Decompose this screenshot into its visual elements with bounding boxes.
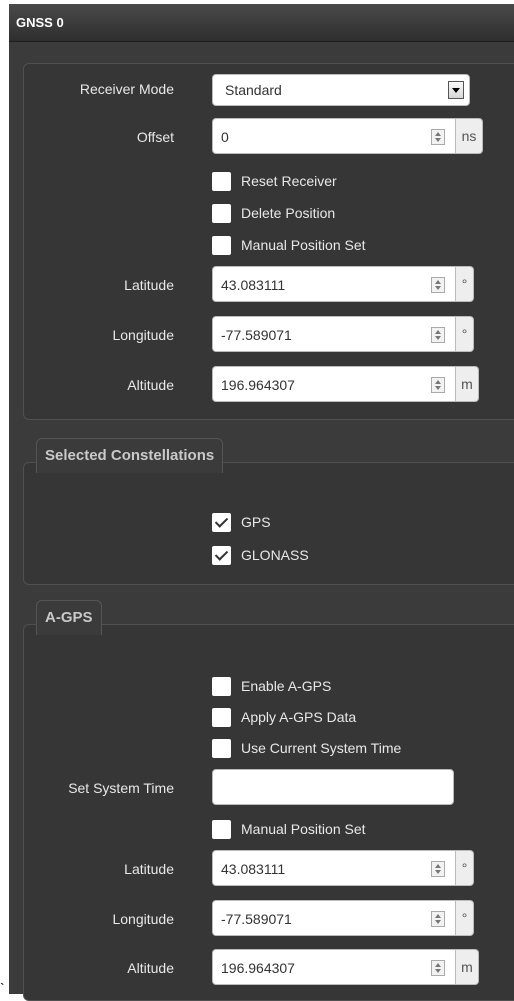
agps-section: Enable A-GPS Apply A-GPS Data Use Curren…: [23, 624, 514, 1001]
offset-unit: ns: [456, 118, 483, 154]
enable-agps-checkbox[interactable]: [212, 677, 231, 696]
delete-position-label: Delete Position: [241, 205, 336, 221]
offset-label: Offset: [136, 129, 174, 145]
agps-latitude-value: 43.083111: [221, 861, 286, 877]
receiver-mode-value: Standard: [225, 82, 282, 98]
gnss-panel: GNSS 0 Receiver Mode Standard Offset 0 n…: [9, 4, 514, 1001]
latitude-input[interactable]: 43.083111: [212, 266, 456, 302]
reset-receiver-label: Reset Receiver: [241, 173, 337, 189]
enable-agps-label: Enable A-GPS: [241, 678, 332, 694]
agps-latitude-label: Latitude: [124, 861, 174, 877]
offset-input[interactable]: 0: [212, 118, 456, 154]
agps-longitude-spinner-icon[interactable]: [431, 911, 445, 927]
manual-position-set-label: Manual Position Set: [241, 237, 366, 253]
receiver-mode-label: Receiver Mode: [79, 81, 174, 97]
agps-altitude-input[interactable]: 196.964307: [212, 949, 456, 985]
gps-label: GPS: [241, 514, 271, 530]
set-system-time-input[interactable]: [212, 769, 454, 805]
agps-latitude-input[interactable]: 43.083111: [212, 850, 456, 886]
agps-manual-position-set-label: Manual Position Set: [241, 821, 366, 837]
use-current-system-time-label: Use Current System Time: [241, 740, 402, 756]
apply-agps-data-label: Apply A-GPS Data: [241, 709, 357, 725]
set-system-time-label: Set System Time: [68, 780, 174, 796]
constellations-section: GPS GLONASS: [23, 462, 514, 585]
agps-legend: A-GPS: [36, 600, 102, 635]
agps-altitude-value: 196.964307: [221, 960, 295, 976]
agps-altitude-unit: m: [456, 949, 479, 985]
chevron-down-icon[interactable]: [448, 81, 464, 99]
longitude-unit: °: [456, 316, 474, 352]
panel-title: GNSS 0: [16, 15, 64, 30]
altitude-input[interactable]: 196.964307: [212, 366, 456, 402]
reset-receiver-checkbox[interactable]: [212, 172, 231, 191]
agps-altitude-spinner-icon[interactable]: [431, 960, 445, 976]
longitude-label: Longitude: [112, 327, 174, 343]
gps-checkbox[interactable]: [212, 513, 231, 532]
agps-latitude-unit: °: [456, 850, 474, 886]
altitude-label: Altitude: [127, 377, 174, 393]
offset-value: 0: [221, 129, 229, 145]
glonass-label: GLONASS: [241, 547, 309, 563]
panel-header: GNSS 0: [9, 4, 514, 42]
use-current-system-time-checkbox[interactable]: [212, 739, 231, 758]
manual-position-set-checkbox[interactable]: [212, 236, 231, 255]
longitude-value: -77.589071: [221, 327, 292, 343]
offset-spinner-icon[interactable]: [431, 129, 445, 145]
longitude-input[interactable]: -77.589071: [212, 316, 456, 352]
apply-agps-data-checkbox[interactable]: [212, 708, 231, 727]
altitude-value: 196.964307: [221, 377, 295, 393]
longitude-spinner-icon[interactable]: [431, 327, 445, 343]
constellations-legend: Selected Constellations: [36, 438, 224, 473]
agps-longitude-value: -77.589071: [221, 911, 292, 927]
agps-longitude-label: Longitude: [112, 911, 174, 927]
receiver-section: Receiver Mode Standard Offset 0 ns Reset…: [23, 63, 514, 420]
altitude-unit: m: [456, 366, 479, 402]
agps-latitude-spinner-icon[interactable]: [431, 861, 445, 877]
delete-position-checkbox[interactable]: [212, 204, 231, 223]
glonass-checkbox[interactable]: [212, 546, 231, 565]
latitude-unit: °: [456, 266, 474, 302]
receiver-mode-select[interactable]: Standard: [212, 74, 470, 106]
agps-longitude-input[interactable]: -77.589071: [212, 900, 456, 936]
latitude-spinner-icon[interactable]: [431, 277, 445, 293]
latitude-label: Latitude: [124, 277, 174, 293]
agps-altitude-label: Altitude: [127, 960, 174, 976]
latitude-value: 43.083111: [221, 277, 286, 293]
agps-manual-position-set-checkbox[interactable]: [212, 820, 231, 839]
agps-longitude-unit: °: [456, 900, 474, 936]
altitude-spinner-icon[interactable]: [431, 377, 445, 393]
